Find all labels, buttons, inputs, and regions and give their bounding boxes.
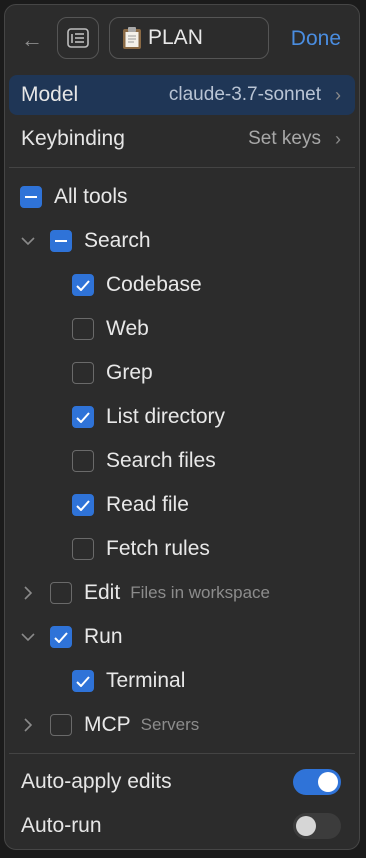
chevron-down-icon[interactable] bbox=[18, 231, 38, 251]
all-tools-checkbox-row[interactable]: All tools bbox=[20, 182, 128, 212]
back-arrow-icon[interactable]: ← bbox=[19, 27, 45, 53]
tool-terminal[interactable]: Terminal bbox=[72, 666, 185, 696]
tool-web[interactable]: Web bbox=[72, 314, 149, 344]
search-group-label: Search bbox=[84, 229, 151, 252]
auto-run-toggle[interactable] bbox=[293, 813, 341, 839]
checkmark-icon bbox=[72, 670, 94, 692]
chevron-right-icon[interactable] bbox=[18, 583, 38, 603]
tool-fetch-rules[interactable]: Fetch rules bbox=[72, 534, 210, 564]
indeterminate-checkbox-icon bbox=[50, 230, 72, 252]
edit-group-label: Edit bbox=[84, 581, 121, 604]
tool-label: Fetch rules bbox=[106, 537, 210, 560]
tool-label: Search files bbox=[106, 449, 216, 472]
toggle-knob bbox=[318, 772, 338, 792]
tool-read-file[interactable]: Read file bbox=[72, 490, 189, 520]
checkmark-icon bbox=[72, 406, 94, 428]
chevron-down-icon[interactable] bbox=[18, 627, 38, 647]
unchecked-box-icon bbox=[72, 538, 94, 560]
mcp-group-description: Servers bbox=[140, 715, 200, 734]
tool-label: Codebase bbox=[106, 273, 202, 296]
chevron-right-icon: › bbox=[335, 128, 341, 149]
unchecked-box-icon bbox=[72, 450, 94, 472]
keybinding-value: Set keys bbox=[248, 128, 321, 149]
edit-group-row[interactable]: Edit Files in workspace bbox=[50, 578, 270, 608]
mcp-group-row[interactable]: MCP Servers bbox=[50, 710, 199, 740]
mode-name-text: PLAN bbox=[148, 26, 203, 49]
keybinding-label: Keybinding bbox=[21, 127, 125, 150]
tool-label: Terminal bbox=[106, 669, 186, 692]
chevron-right-icon: › bbox=[335, 84, 341, 105]
divider bbox=[9, 753, 355, 754]
tool-label: Read file bbox=[106, 493, 189, 516]
model-value: claude-3.7-sonnet bbox=[168, 84, 321, 105]
auto-run-row: Auto-run bbox=[9, 806, 355, 846]
edit-group-description: Files in workspace bbox=[130, 583, 271, 602]
auto-run-label: Auto-run bbox=[21, 814, 102, 837]
toggle-knob bbox=[296, 816, 316, 836]
run-group-row[interactable]: Run bbox=[50, 622, 123, 652]
document-list-icon bbox=[67, 28, 89, 48]
unchecked-box-icon bbox=[50, 714, 72, 736]
mcp-group-label: MCP bbox=[84, 713, 131, 736]
auto-apply-edits-label: Auto-apply edits bbox=[21, 770, 172, 793]
panel-header: ← PLAN Done bbox=[5, 5, 359, 73]
mode-icon-button[interactable] bbox=[57, 17, 99, 59]
model-row[interactable]: Model claude-3.7-sonnet › bbox=[9, 75, 355, 115]
mode-settings-panel: ← PLAN Done Model claude-3.7-sonnet › Ke… bbox=[4, 4, 360, 850]
tool-label: Grep bbox=[106, 361, 153, 384]
unchecked-box-icon bbox=[72, 318, 94, 340]
mode-name-field[interactable]: PLAN bbox=[109, 17, 269, 59]
tool-grep[interactable]: Grep bbox=[72, 358, 153, 388]
tool-search-files[interactable]: Search files bbox=[72, 446, 216, 476]
tool-list-directory[interactable]: List directory bbox=[72, 402, 225, 432]
checkmark-icon bbox=[72, 274, 94, 296]
divider bbox=[9, 167, 355, 168]
chevron-right-icon[interactable] bbox=[18, 715, 38, 735]
auto-apply-edits-row: Auto-apply edits bbox=[9, 762, 355, 802]
clipboard-icon bbox=[123, 27, 141, 49]
tool-label: Web bbox=[106, 317, 149, 340]
done-button[interactable]: Done bbox=[291, 27, 341, 51]
model-label: Model bbox=[21, 83, 79, 106]
tool-label: List directory bbox=[106, 405, 226, 428]
tool-codebase[interactable]: Codebase bbox=[72, 270, 202, 300]
unchecked-box-icon bbox=[50, 582, 72, 604]
unchecked-box-icon bbox=[72, 362, 94, 384]
checkmark-icon bbox=[50, 626, 72, 648]
checkmark-icon bbox=[72, 494, 94, 516]
indeterminate-checkbox-icon bbox=[20, 186, 42, 208]
search-group-row[interactable]: Search bbox=[50, 226, 151, 256]
keybinding-row[interactable]: Keybinding Set keys › bbox=[9, 119, 355, 159]
auto-apply-edits-toggle[interactable] bbox=[293, 769, 341, 795]
all-tools-label: All tools bbox=[54, 185, 128, 208]
run-group-label: Run bbox=[84, 625, 123, 648]
